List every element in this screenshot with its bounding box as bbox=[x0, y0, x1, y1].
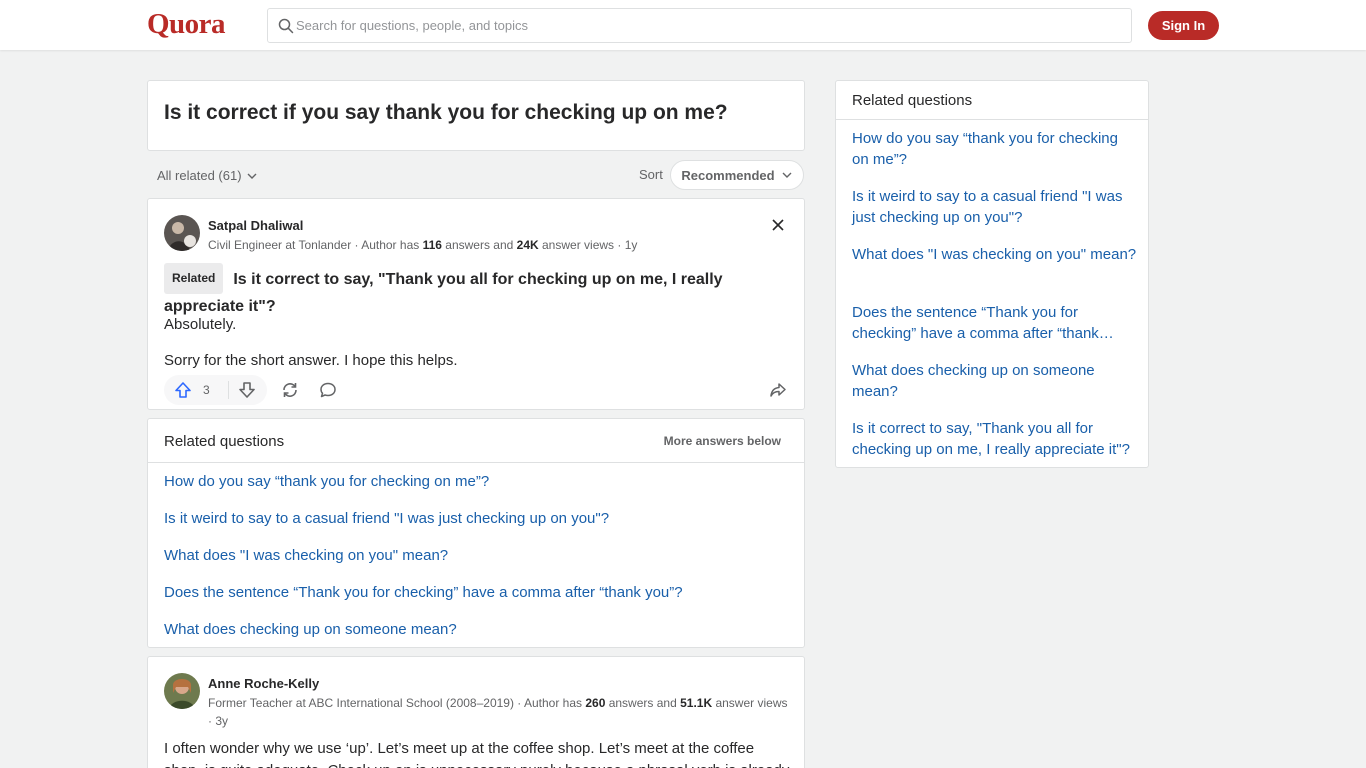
question-card: Is it correct if you say thank you for c… bbox=[147, 80, 805, 151]
views-count: 24K bbox=[516, 238, 539, 252]
quora-logo[interactable]: Quora bbox=[147, 8, 226, 41]
sidebar-question-link[interactable]: Is it correct to say, "Thank you all for… bbox=[852, 418, 1137, 460]
related-question-link[interactable]: Related Is it correct to say, "Thank you … bbox=[164, 263, 764, 319]
related-question-link[interactable]: What does checking up on someone mean? bbox=[164, 619, 457, 640]
author-name[interactable]: Anne Roche-Kelly bbox=[208, 676, 319, 691]
filter-row: All related (61) Sort Recommended bbox=[147, 160, 805, 190]
search-input[interactable] bbox=[296, 9, 1116, 42]
answer-card: Satpal Dhaliwal Civil Engineer at Tonlan… bbox=[147, 198, 805, 410]
answer-text: I often wonder why we use ‘up’. Let’s me… bbox=[164, 740, 755, 757]
question-title: Is it correct if you say thank you for c… bbox=[164, 101, 728, 124]
downvote-icon[interactable] bbox=[238, 381, 256, 399]
close-icon[interactable] bbox=[770, 217, 786, 233]
sidebar-header: Related questions bbox=[836, 81, 1148, 120]
answer-actions: 3 bbox=[164, 375, 792, 405]
sort-dropdown[interactable]: Recommended bbox=[670, 160, 804, 190]
comment-icon[interactable] bbox=[319, 381, 337, 399]
related-questions-title: Related questions bbox=[164, 433, 285, 450]
avatar[interactable] bbox=[164, 215, 200, 251]
related-question-link[interactable]: What does "I was checking on you" mean? bbox=[164, 545, 448, 566]
share-icon[interactable] bbox=[769, 381, 787, 399]
more-answers-below: More answers below bbox=[663, 434, 781, 448]
search-icon bbox=[278, 18, 294, 34]
answers-count: 260 bbox=[585, 696, 606, 710]
chevron-down-icon bbox=[782, 172, 792, 178]
upvote-count: 3 bbox=[203, 383, 210, 397]
answer-text: Sorry for the short answer. I hope this … bbox=[164, 352, 458, 369]
related-question-link[interactable]: Is it weird to say to a casual friend "I… bbox=[164, 508, 609, 529]
answer-text: Absolutely. bbox=[164, 316, 237, 333]
meta-prefix: Former Teacher at ABC International Scho… bbox=[208, 696, 586, 710]
meta-mid: answers and bbox=[605, 696, 681, 710]
answer-card: Anne Roche-Kelly Former Teacher at ABC I… bbox=[147, 656, 805, 768]
related-question-link[interactable]: Does the sentence “Thank you for checkin… bbox=[164, 582, 683, 603]
sort-value: Recommended bbox=[681, 167, 775, 183]
sidebar-title: Related questions bbox=[852, 92, 973, 109]
author-credentials: Former Teacher at ABC International Scho… bbox=[208, 694, 793, 730]
vote-pill: 3 bbox=[164, 375, 267, 405]
meta-prefix: Civil Engineer at Tonlander · Author has bbox=[208, 238, 423, 252]
sidebar-related-questions: Related questions How do you say “thank … bbox=[835, 80, 1149, 468]
sidebar-question-link[interactable]: What does "I was checking on you" mean? bbox=[852, 244, 1137, 265]
related-question-text: Is it correct to say, "Thank you all for… bbox=[164, 271, 723, 315]
avatar[interactable] bbox=[164, 673, 200, 709]
all-related-dropdown[interactable]: All related (61) bbox=[157, 168, 258, 183]
share-reshare-icon[interactable] bbox=[281, 381, 299, 399]
sort-label: Sort bbox=[639, 167, 663, 182]
sidebar-question-link[interactable]: What does checking up on someone mean? bbox=[852, 360, 1137, 402]
views-count: 51.1K bbox=[680, 696, 713, 710]
all-related-label: All related (61) bbox=[157, 168, 242, 183]
related-badge: Related bbox=[164, 263, 224, 294]
search-bar[interactable] bbox=[267, 8, 1132, 43]
top-header: Quora Sign In bbox=[0, 0, 1366, 50]
chevron-down-icon bbox=[247, 173, 257, 179]
related-questions-card: Related questions More answers below How… bbox=[147, 418, 805, 648]
author-credentials: Civil Engineer at Tonlander · Author has… bbox=[208, 236, 768, 254]
sidebar-question-link[interactable]: Does the sentence “Thank you for checkin… bbox=[852, 302, 1137, 344]
meta-mid: answers and bbox=[441, 238, 517, 252]
author-name[interactable]: Satpal Dhaliwal bbox=[208, 218, 303, 233]
answers-count: 116 bbox=[422, 238, 442, 252]
related-question-link[interactable]: How do you say “thank you for checking o… bbox=[164, 471, 489, 492]
sidebar-question-link[interactable]: How do you say “thank you for checking o… bbox=[852, 128, 1137, 170]
upvote-icon[interactable] bbox=[174, 381, 192, 399]
vote-divider bbox=[228, 381, 229, 399]
sign-in-button[interactable]: Sign In bbox=[1148, 11, 1219, 40]
related-questions-header: Related questions More answers below bbox=[148, 419, 804, 463]
sidebar-question-link[interactable]: Is it weird to say to a casual friend "I… bbox=[852, 186, 1137, 228]
meta-suffix: answer views · 1y bbox=[538, 238, 638, 252]
answer-text: shop, is quite adequate. Check up on is … bbox=[164, 760, 794, 768]
